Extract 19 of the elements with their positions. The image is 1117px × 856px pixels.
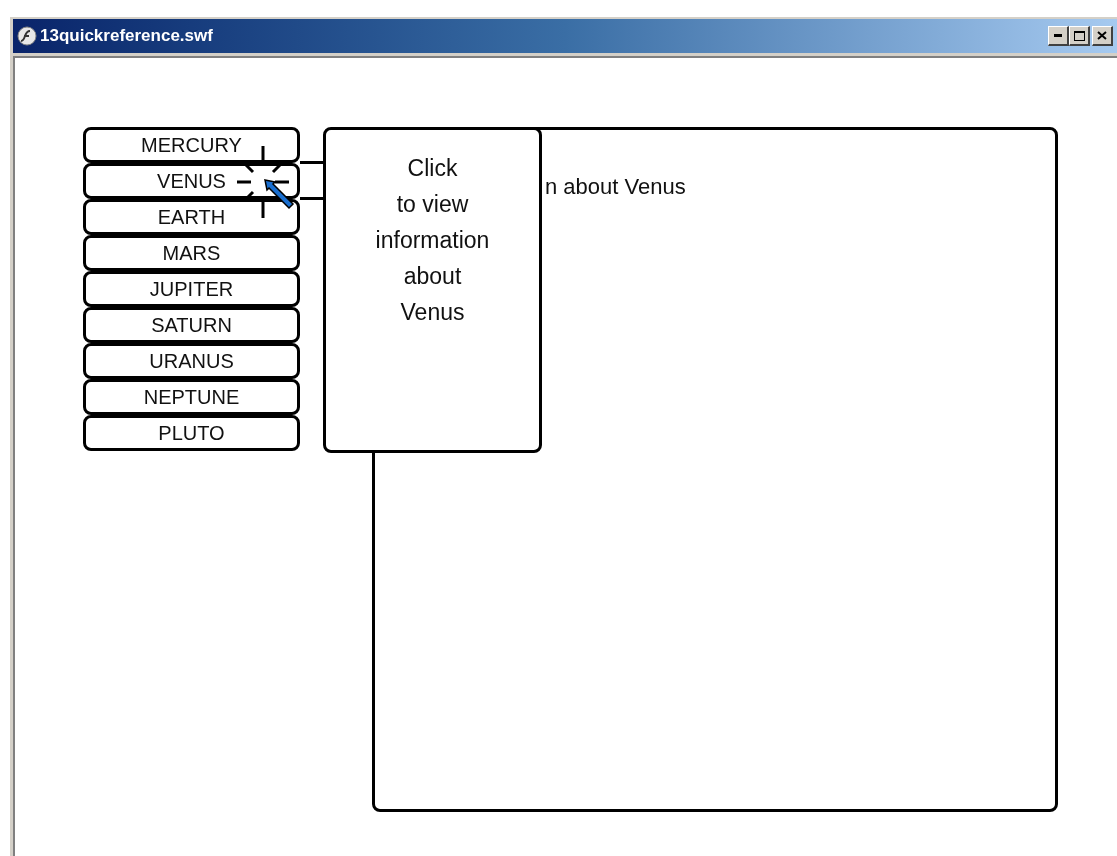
minimize-icon (1054, 34, 1062, 37)
maximize-icon (1073, 30, 1085, 41)
minimize-button[interactable] (1048, 26, 1069, 46)
planet-button[interactable]: VENUS (83, 163, 300, 199)
flash-logo-icon (17, 26, 37, 46)
planet-button[interactable]: NEPTUNE (83, 379, 300, 415)
planet-button[interactable]: SATURN (83, 307, 300, 343)
planet-button[interactable]: URANUS (83, 343, 300, 379)
window-title: 13quickreference.swf (40, 25, 214, 48)
planet-button[interactable]: JUPITER (83, 271, 300, 307)
planet-button[interactable]: EARTH (83, 199, 300, 235)
close-icon (1097, 31, 1107, 40)
planet-button[interactable]: PLUTO (83, 415, 300, 451)
maximize-button[interactable] (1069, 26, 1090, 46)
planet-button[interactable]: MERCURY (83, 127, 300, 163)
close-button[interactable] (1092, 26, 1113, 46)
tooltip-text: Click to view information about Venus (375, 154, 490, 327)
info-text: n about Venus (545, 174, 686, 199)
planet-button[interactable]: MARS (83, 235, 300, 271)
